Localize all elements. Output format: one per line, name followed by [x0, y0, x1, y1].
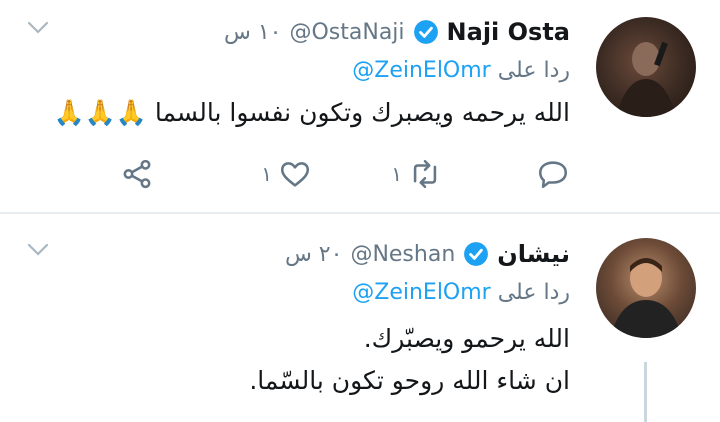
thread-line — [644, 362, 647, 422]
tweet[interactable]: Naji Osta @OstaNaji ١٠ س ردا على @ZeinEl… — [0, 0, 720, 212]
tweet[interactable]: نيشان @Neshan ٢٠ س ردا على @ZeinElOmr ال… — [0, 214, 720, 422]
timestamp[interactable]: ٢٠ س — [285, 242, 343, 267]
retweet-count: ١ — [391, 162, 402, 186]
chevron-down-icon[interactable] — [26, 20, 50, 36]
share-icon — [123, 159, 151, 189]
tweet-header: Naji Osta @OstaNaji ١٠ س — [224, 14, 570, 50]
like-button[interactable]: ١ — [261, 156, 312, 192]
avatar[interactable] — [596, 17, 696, 117]
handle[interactable]: @Neshan — [350, 242, 455, 267]
retweet-icon — [413, 159, 437, 189]
reply-mention-link[interactable]: @ZeinElOmr — [352, 58, 490, 83]
reply-context: ردا على @ZeinElOmr — [352, 280, 570, 305]
tweet-header: نيشان @Neshan ٢٠ س — [285, 236, 570, 272]
verified-icon — [464, 242, 489, 266]
share-button[interactable] — [120, 156, 154, 192]
chevron-down-icon[interactable] — [26, 242, 50, 258]
reply-button[interactable] — [536, 156, 570, 192]
tweet-text-line: الله يرحمو ويصبّرك. — [363, 324, 570, 353]
reply-prefix: ردا على — [497, 58, 570, 83]
like-icon — [280, 162, 310, 187]
handle[interactable]: @OstaNaji — [289, 20, 404, 45]
retweet-button[interactable]: ١ — [391, 156, 442, 192]
timestamp[interactable]: ١٠ س — [224, 20, 282, 45]
tweet-text-line: ان شاء الله روحو تكون بالسّما. — [249, 366, 570, 395]
tweet-actions: ١ ١ — [110, 156, 570, 192]
tweet-text: الله يرحمه ويصبرك وتكون نفسوا بالسما 🙏🙏🙏 — [53, 98, 570, 127]
like-count: ١ — [261, 162, 272, 186]
display-name[interactable]: Naji Osta — [447, 18, 570, 46]
display-name[interactable]: نيشان — [497, 240, 570, 268]
reply-context: ردا على @ZeinElOmr — [352, 58, 570, 83]
verified-icon — [413, 20, 438, 44]
reply-icon — [538, 161, 568, 189]
avatar[interactable] — [596, 238, 696, 338]
reply-mention-link[interactable]: @ZeinElOmr — [352, 280, 490, 305]
reply-prefix: ردا على — [497, 280, 570, 305]
